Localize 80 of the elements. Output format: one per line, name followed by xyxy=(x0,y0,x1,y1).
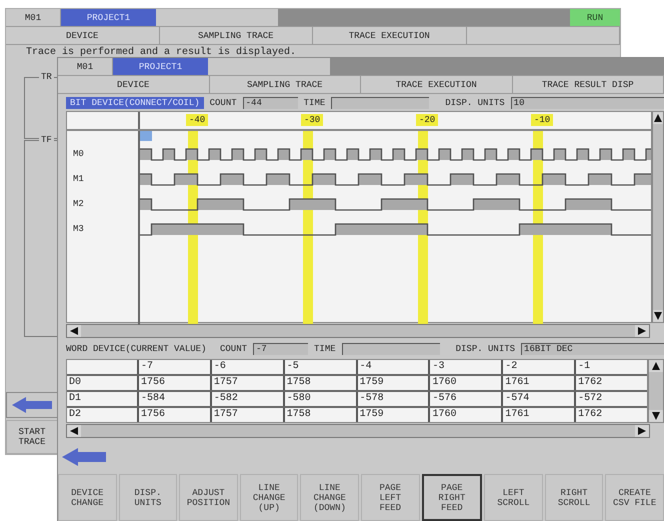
scroll-down-icon[interactable] xyxy=(653,310,663,322)
table-cell: -578 xyxy=(356,392,428,406)
count-label: COUNT xyxy=(220,344,248,354)
units-field: 16BIT DEC xyxy=(521,342,664,354)
vertical-scrollbar[interactable] xyxy=(652,111,664,323)
marker-label: -30 xyxy=(301,114,324,126)
table-cell: 1759 xyxy=(356,408,428,422)
device-cell-text: D2 xyxy=(68,408,82,422)
column-header: -3 xyxy=(428,360,502,374)
function-button[interactable]: DISP. UNITS xyxy=(118,474,178,521)
function-button[interactable]: LINE CHANGE (UP) xyxy=(240,474,298,521)
table-cell: 1758 xyxy=(282,408,356,422)
function-button[interactable]: PAGE RIGHT FEED xyxy=(422,474,482,521)
table-cell: 1759 xyxy=(356,376,428,390)
scroll-right-icon[interactable] xyxy=(635,325,649,337)
units-field: 10 xyxy=(510,96,664,108)
back-button[interactable] xyxy=(6,392,58,418)
project-label: PROJECT1 xyxy=(61,9,156,26)
function-button[interactable]: LEFT SCROLL xyxy=(484,474,543,521)
function-button[interactable]: ADJUST POSITION xyxy=(179,474,238,521)
start-trace-button[interactable]: START TRACE xyxy=(6,420,58,454)
signal-label: M0 xyxy=(73,149,84,159)
table-cell: 1756 xyxy=(137,376,210,390)
table-cell: 1760 xyxy=(428,408,502,422)
bit-device-title: BIT DEVICE(CONNECT/COIL) xyxy=(66,96,204,108)
units-label: DISP. UNITS xyxy=(445,98,505,108)
signal-label: M3 xyxy=(73,224,84,234)
scroll-down-icon[interactable] xyxy=(649,410,663,422)
signal-label: M2 xyxy=(73,199,84,209)
table-cell: -574 xyxy=(501,392,574,406)
scroll-left-icon[interactable] xyxy=(67,325,81,337)
table-cell: 1756 xyxy=(137,408,210,422)
column-header: -2 xyxy=(501,360,574,374)
horizontal-scrollbar[interactable] xyxy=(66,324,650,338)
message-text: Trace is performed and a result is displayed. xyxy=(26,47,296,58)
function-button[interactable]: PAGE LEFT FEED xyxy=(360,474,420,521)
table-cell: 1761 xyxy=(501,376,574,390)
table-cell: -576 xyxy=(428,392,502,406)
signal-label: M1 xyxy=(73,174,84,184)
vertical-scrollbar[interactable] xyxy=(648,359,664,423)
table-cell: -584 xyxy=(137,392,210,406)
table-cell: 1757 xyxy=(210,376,283,390)
horizontal-scrollbar[interactable] xyxy=(66,424,650,438)
column-header: -4 xyxy=(356,360,428,374)
marker-label: -20 xyxy=(416,114,438,126)
table-cell: -582 xyxy=(210,392,283,406)
scroll-right-icon[interactable] xyxy=(635,425,649,437)
column-header: -5 xyxy=(282,360,356,374)
table-cell: 1757 xyxy=(210,408,283,422)
marker-label: -10 xyxy=(531,114,554,126)
device-cell-text: D0 xyxy=(68,376,82,390)
table-cell: 1761 xyxy=(501,408,574,422)
function-button[interactable]: DEVICE CHANGE xyxy=(58,474,117,521)
scroll-up-icon[interactable] xyxy=(649,360,663,372)
table-cell: -580 xyxy=(282,392,356,406)
function-button[interactable]: RIGHT SCROLL xyxy=(544,474,604,521)
time-label: TIME xyxy=(304,98,326,108)
group-label: TF xyxy=(39,135,54,145)
count-label: COUNT xyxy=(210,98,237,108)
word-device-title: WORD DEVICE(CURRENT VALUE) xyxy=(66,344,208,354)
left-arrow-icon xyxy=(62,448,106,466)
function-button[interactable]: CREATE CSV FILE xyxy=(605,474,664,521)
table-cell: 1758 xyxy=(282,376,356,390)
time-label: TIME xyxy=(314,344,336,354)
group-label: TR xyxy=(39,72,54,82)
left-arrow-icon xyxy=(12,397,52,413)
count-field: -7 xyxy=(253,342,308,354)
function-button[interactable]: LINE CHANGE (DOWN) xyxy=(300,474,359,521)
cursor-square xyxy=(140,131,152,141)
scroll-up-icon[interactable] xyxy=(653,112,663,124)
column-header: -6 xyxy=(210,360,283,374)
units-label: DISP. UNITS xyxy=(456,344,516,354)
marker-label: -40 xyxy=(186,114,208,126)
column-header: -7 xyxy=(137,360,210,374)
scroll-left-icon[interactable] xyxy=(67,425,81,437)
count-field: -44 xyxy=(242,96,298,108)
run-status: RUN xyxy=(570,9,620,26)
project-label: PROJECT1 xyxy=(113,58,208,75)
device-cell-text: D1 xyxy=(68,392,82,406)
table-cell: 1760 xyxy=(428,376,502,390)
